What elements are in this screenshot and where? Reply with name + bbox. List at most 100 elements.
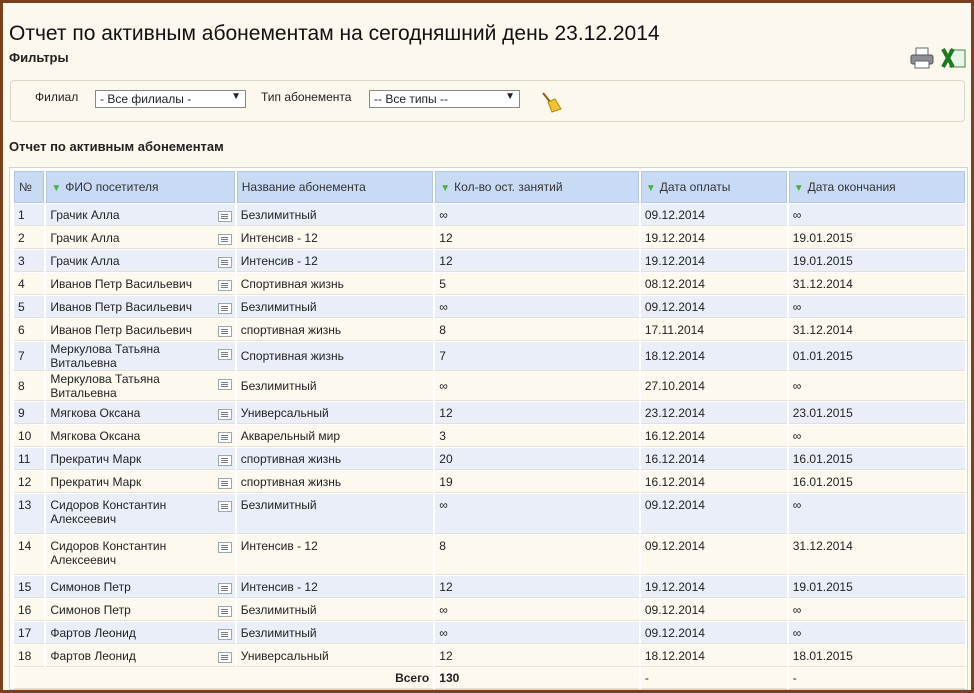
table-row: 8 Меркулова Татьяна Витальевна Безлимитный…: [14, 372, 965, 401]
cell-remaining: ∞: [435, 599, 639, 621]
cell-subscription: Интенсив - 12: [236, 576, 434, 598]
cell-number: 7: [14, 342, 45, 371]
note-icon[interactable]: [217, 455, 232, 466]
filter-panel: Филиал - Все филиалы - ▼ Тип абонемента …: [10, 80, 965, 122]
column-header-end-date[interactable]: ▼ Дата окончания: [788, 171, 965, 203]
cell-subscription: Универсальный: [236, 402, 434, 424]
cell-subscription: Безлимитный: [236, 372, 434, 401]
table-row: 13 Сидоров Константин Алексеевич Безлимитн…: [14, 494, 965, 534]
visitor-name: Меркулова Татьяна Витальевна: [50, 372, 160, 400]
cell-subscription: спортивная жизнь: [236, 448, 434, 470]
cell-subscription: Спортивная жизнь: [236, 342, 434, 371]
cell-paid-date: 19.12.2014: [640, 227, 787, 249]
cell-end-date: ∞: [788, 599, 965, 621]
note-icon[interactable]: [217, 211, 232, 222]
dropdown-arrow-icon: ▼: [231, 91, 241, 102]
cell-subscription: Безлимитный: [236, 296, 434, 318]
cell-end-date: 16.01.2015: [788, 448, 965, 470]
visitor-name: Мягкова Оксана: [50, 428, 141, 443]
cell-subscription: Акварельный мир: [236, 425, 434, 447]
cell-paid-date: 16.12.2014: [640, 471, 787, 493]
table-row: 17 Фартов Леонид Безлимитный ∞ 09.12.2014 ∞: [14, 622, 965, 644]
cell-subscription: Спортивная жизнь: [236, 273, 434, 295]
table-row: 7 Меркулова Татьяна Витальевна Спортивная …: [14, 342, 965, 371]
column-header-number[interactable]: №: [14, 171, 45, 203]
table-row: 2 Грачик Алла Интенсив - 12 12 19.12.2014 19.…: [14, 227, 965, 249]
page-title: Отчет по активным абонементам на сегодня…: [9, 22, 660, 46]
cell-name: Грачик Алла: [46, 227, 235, 249]
note-icon[interactable]: [217, 409, 232, 420]
note-icon[interactable]: [217, 478, 232, 489]
note-icon[interactable]: [217, 303, 232, 314]
note-icon[interactable]: [217, 280, 232, 291]
cell-name: Мягкова Оксана: [46, 402, 235, 424]
total-remaining: 130: [435, 668, 639, 689]
note-icon[interactable]: [217, 432, 232, 443]
table-row: 14 Сидоров Константин Алексеевич Интенсив …: [14, 535, 965, 575]
cell-paid-date: 09.12.2014: [640, 494, 787, 534]
total-paid-date: -: [640, 668, 787, 689]
column-header-remaining[interactable]: ▼ Кол-во ост. занятий: [435, 171, 639, 203]
branch-select[interactable]: - Все филиалы - ▼: [95, 90, 246, 108]
cell-paid-date: 23.12.2014: [640, 402, 787, 424]
note-icon[interactable]: [217, 542, 232, 553]
note-icon[interactable]: [217, 257, 232, 268]
cell-end-date: ∞: [788, 372, 965, 401]
dropdown-arrow-icon: ▼: [505, 91, 515, 102]
note-icon[interactable]: [217, 629, 232, 640]
total-label: Всего: [14, 668, 434, 689]
type-select[interactable]: -- Все типы -- ▼: [369, 90, 520, 108]
cell-remaining: ∞: [435, 494, 639, 534]
table-row: 15 Симонов Петр Интенсив - 12 12 19.12.2014 1…: [14, 576, 965, 598]
note-icon[interactable]: [217, 326, 232, 337]
cell-subscription: Интенсив - 12: [236, 535, 434, 575]
visitor-name: Грачик Алла: [50, 207, 120, 222]
cell-paid-date: 18.12.2014: [640, 645, 787, 667]
column-header-label: Кол-во ост. занятий: [454, 180, 563, 194]
cell-name: Мягкова Оксана: [46, 425, 235, 447]
column-header-name[interactable]: ▼ ФИО посетителя: [46, 171, 235, 203]
cell-paid-date: 09.12.2014: [640, 204, 787, 226]
cell-paid-date: 09.12.2014: [640, 622, 787, 644]
table-row: 3 Грачик Алла Интенсив - 12 12 19.12.2014 19.…: [14, 250, 965, 272]
cell-subscription: Безлимитный: [236, 622, 434, 644]
cell-paid-date: 09.12.2014: [640, 535, 787, 575]
cell-end-date: 16.01.2015: [788, 471, 965, 493]
cell-remaining: 12: [435, 250, 639, 272]
cell-number: 16: [14, 599, 45, 621]
note-icon[interactable]: [217, 606, 232, 617]
cell-remaining: 12: [435, 227, 639, 249]
note-icon[interactable]: [217, 583, 232, 594]
column-header-subscription[interactable]: Название абонемента: [236, 171, 434, 203]
branch-label: Филиал: [35, 90, 79, 104]
cell-end-date: ∞: [788, 622, 965, 644]
cell-number: 1: [14, 204, 45, 226]
cell-paid-date: 16.12.2014: [640, 448, 787, 470]
column-header-paid-date[interactable]: ▼ Дата оплаты: [640, 171, 787, 203]
printer-icon[interactable]: [909, 47, 935, 69]
note-icon[interactable]: [217, 349, 232, 360]
cell-paid-date: 19.12.2014: [640, 250, 787, 272]
cell-end-date: ∞: [788, 204, 965, 226]
visitor-name: Грачик Алла: [50, 230, 120, 245]
cell-number: 15: [14, 576, 45, 598]
column-header-label: ФИО посетителя: [65, 180, 159, 194]
excel-icon[interactable]: [941, 47, 967, 69]
note-icon[interactable]: [217, 234, 232, 245]
cell-subscription: Безлимитный: [236, 494, 434, 534]
cell-name: Фартов Леонид: [46, 622, 235, 644]
cell-subscription: Безлимитный: [236, 599, 434, 621]
sort-arrow-icon: ▼: [440, 183, 451, 194]
cell-name: Сидоров Константин Алексеевич: [46, 535, 235, 575]
note-icon[interactable]: [217, 501, 232, 512]
note-icon[interactable]: [217, 379, 232, 390]
cell-paid-date: 08.12.2014: [640, 273, 787, 295]
cell-remaining: 3: [435, 425, 639, 447]
visitor-name: Иванов Петр Васильевич: [50, 299, 192, 314]
note-icon[interactable]: [217, 652, 232, 663]
total-row: Всего 130- -: [14, 668, 965, 689]
broom-icon[interactable]: [540, 91, 562, 113]
visitor-name: Грачик Алла: [50, 253, 120, 268]
report-table: № ▼ ФИО посетителя Название абонемента ▼ К…: [12, 170, 967, 690]
cell-remaining: 7: [435, 342, 639, 371]
